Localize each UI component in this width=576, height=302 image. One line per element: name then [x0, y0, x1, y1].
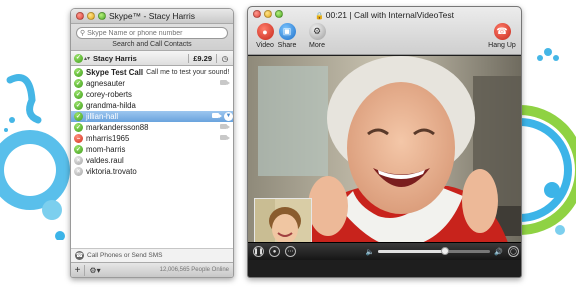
contact-status-icon: ✓	[74, 79, 83, 88]
share-button[interactable]: ▣ Share	[270, 23, 304, 49]
share-screen-icon: ▣	[278, 23, 296, 40]
skype-window-title: Skype™ - Stacy Harris	[109, 11, 195, 21]
hang-up-label: Hang Up	[488, 42, 516, 49]
status-chevron-icon[interactable]: ▴▾	[84, 55, 90, 62]
search-and-call-button[interactable]: Search and Call Contacts	[76, 41, 228, 48]
headset-icon[interactable]: ◯	[508, 246, 519, 257]
my-status-icon[interactable]: ✓	[74, 53, 83, 63]
volume-high-icon: 🔊	[494, 248, 503, 256]
contact-status-icon: ✓	[74, 90, 83, 99]
contact-status-icon: ✓	[74, 145, 83, 154]
people-online-count: 12,006,565 People Online	[159, 267, 229, 273]
contact-status-icon: ×	[74, 167, 83, 176]
volume-slider[interactable]	[378, 247, 491, 255]
call-phones-link[interactable]: ☎ Call Phones or Send SMS	[71, 248, 233, 262]
volume-low-icon: 🔈	[365, 248, 375, 256]
share-label: Share	[277, 42, 297, 49]
video-camera-icon	[220, 124, 230, 129]
dialpad-icon[interactable]: ⋯	[285, 246, 296, 257]
skype-contact-window: Skype™ - Stacy Harris ⚲ Search and Call …	[70, 8, 234, 278]
contact-item[interactable]: ✓ Skype Test Call Call me to test your sou…	[71, 67, 233, 78]
more-gear-icon: ⚙	[308, 23, 326, 40]
contact-item[interactable]: ✓ markandersson88	[71, 122, 233, 133]
contact-item[interactable]: × valdes.raul	[71, 155, 233, 166]
history-clock-icon[interactable]: ◷	[217, 54, 233, 63]
contact-item[interactable]: ✓ mom-harris	[71, 144, 233, 155]
call-title-text: 00:21 | Call with InternalVideoTest	[325, 10, 454, 20]
contact-item[interactable]: – mharris1965	[71, 133, 233, 144]
contact-item[interactable]: ✓ grandma-hilda	[71, 100, 233, 111]
search-area: ⚲ Search and Call Contacts	[71, 24, 233, 51]
contact-status-icon: –	[74, 134, 83, 143]
remote-video-feed: ❚❚ ● ⋯ 🔈 🔊 ◯	[248, 56, 521, 260]
contact-name: corey-roberts	[86, 90, 132, 99]
left-swirl-decoration	[0, 74, 70, 240]
skype-window-titlebar[interactable]: Skype™ - Stacy Harris	[71, 9, 233, 24]
contact-name: mom-harris	[86, 145, 126, 154]
contact-action-icon[interactable]: ▼	[224, 112, 233, 121]
contact-name: valdes.raul	[86, 156, 124, 165]
mute-microphone-icon[interactable]: ●	[269, 246, 280, 257]
more-label: More	[309, 42, 325, 49]
call-window-title: 🔒 00:21 | Call with InternalVideoTest	[248, 10, 521, 20]
video-camera-icon	[220, 135, 230, 140]
video-camera-icon	[212, 113, 222, 118]
contact-item[interactable]: ✓ jillian-hall ▼	[71, 111, 233, 122]
search-icon: ⚲	[80, 30, 86, 37]
right-swirl-decoration	[520, 48, 576, 235]
volume-fill	[378, 250, 446, 253]
volume-control: 🔈 🔊 ◯	[366, 246, 519, 257]
skype-footer: + ⚙▾ 12,006,565 People Online	[71, 262, 233, 277]
contact-status-icon: ✓	[74, 112, 83, 121]
add-contact-button[interactable]: +	[71, 264, 85, 276]
search-field-box[interactable]: ⚲	[76, 27, 228, 39]
video-camera-icon	[220, 80, 230, 85]
contact-status-icon: ✓	[74, 68, 83, 77]
skype-credit[interactable]: £9.29	[188, 53, 217, 63]
pause-icon[interactable]: ❚❚	[253, 246, 264, 257]
hang-up-phone-icon: ☎	[493, 23, 511, 40]
video-call-window: 🔒 00:21 | Call with InternalVideoTest ● V…	[247, 6, 522, 278]
contact-status-icon: ✓	[74, 123, 83, 132]
contact-list: ✓ Skype Test Call Call me to test your sou…	[71, 66, 233, 177]
contact-status-icon: ✓	[74, 101, 83, 110]
contact-status-icon: ×	[74, 156, 83, 165]
contact-item[interactable]: ✓ agnesauter	[71, 78, 233, 89]
volume-knob[interactable]	[441, 247, 450, 255]
search-input[interactable]	[87, 29, 208, 37]
call-phones-label: Call Phones or Send SMS	[87, 252, 163, 259]
contact-name: Skype Test Call	[86, 68, 144, 77]
contact-name: jillian-hall	[86, 112, 119, 121]
lock-icon: 🔒	[315, 13, 324, 20]
hang-up-button[interactable]: ☎ Hang Up	[485, 23, 519, 49]
phone-icon: ☎	[75, 251, 84, 260]
contact-name: markandersson88	[86, 123, 149, 132]
call-controls-bar: ❚❚ ● ⋯ 🔈 🔊 ◯	[248, 242, 521, 260]
contact-item[interactable]: ✓ corey-roberts	[71, 89, 233, 100]
call-window-titlebar[interactable]: 🔒 00:21 | Call with InternalVideoTest ● V…	[248, 7, 521, 55]
gear-icon[interactable]: ⚙▾	[85, 266, 105, 275]
contact-name: grandma-hilda	[86, 101, 136, 110]
contact-mood-message: Call me to test your sound!	[146, 69, 230, 76]
account-bar: ✓ ▴▾ Stacy Harris £9.29 ◷	[71, 51, 233, 66]
contact-item[interactable]: × viktoria.trovato	[71, 166, 233, 177]
contact-name: mharris1965	[86, 134, 130, 143]
contact-name: viktoria.trovato	[86, 167, 137, 176]
contact-name: agnesauter	[86, 79, 126, 88]
account-name[interactable]: Stacy Harris	[93, 54, 188, 63]
more-button[interactable]: ⚙ More	[300, 23, 334, 49]
